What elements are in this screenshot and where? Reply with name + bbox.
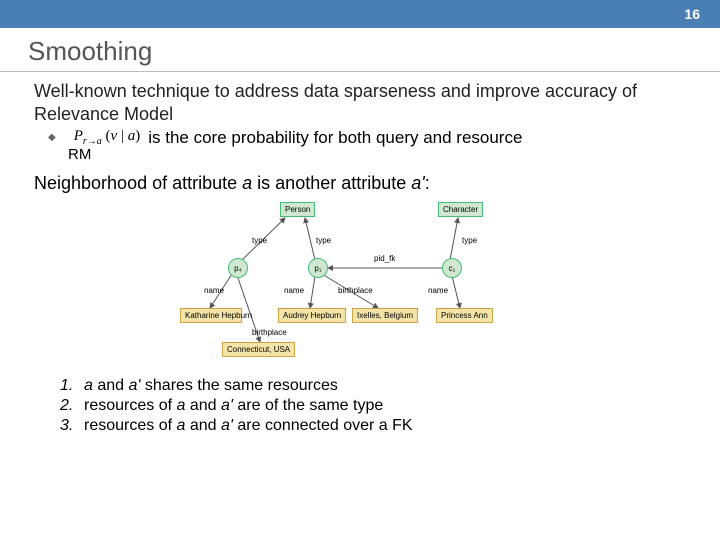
list-text: a and a' shares the same resources <box>84 377 338 395</box>
edge-label-name: name <box>428 286 448 295</box>
page-number-bar: 16 <box>0 0 720 28</box>
edge-label-type: type <box>252 236 267 245</box>
node-audrey: Audrey Hepburn <box>278 308 346 323</box>
node-p4: p₄ <box>228 258 248 278</box>
node-c1: c₁ <box>442 258 462 278</box>
page-number: 16 <box>684 6 700 22</box>
edge-label-type: type <box>462 236 477 245</box>
node-connecticut: Connecticut, USA <box>222 342 295 357</box>
core-prob-text: is the core probability for both query a… <box>148 128 522 148</box>
node-p1: p₁ <box>308 258 328 278</box>
list-number: 1. <box>60 377 84 395</box>
list-item: 2. resources of a and a' are of the same… <box>60 396 680 416</box>
list-number: 3. <box>60 417 84 435</box>
node-person: Person <box>280 202 315 217</box>
node-katharine: Katharine Hepburn <box>180 308 242 323</box>
core-prob-bullet: ◆ Pr→a (v | a) is the core probability f… <box>0 125 720 148</box>
edge-label-birthplace: birthplace <box>252 328 287 337</box>
list-item: 3. resources of a and a' are connected o… <box>60 416 680 436</box>
edge-label-name: name <box>204 286 224 295</box>
node-princess: Princess Ann <box>436 308 493 323</box>
edge-label-pidfk: pid_fk <box>374 254 395 263</box>
diagram: Person Character p₄ p₁ c₁ Katharine Hepb… <box>160 200 560 370</box>
neighborhood-heading: Neighborhood of attribute a is another a… <box>0 163 720 194</box>
list-text: resources of a and a' are of the same ty… <box>84 397 383 415</box>
bullet-dot-icon: ◆ <box>48 132 56 143</box>
rm-label: RM <box>0 146 720 163</box>
edge-label-name: name <box>284 286 304 295</box>
list-number: 2. <box>60 397 84 415</box>
node-ixelles: Ixelles, Belgium <box>352 308 418 323</box>
list-text: resources of a and a' are connected over… <box>84 417 413 435</box>
edge-label-birthplace: birthplace <box>338 286 373 295</box>
formula: Pr→a (v | a) <box>66 127 149 148</box>
list-item: 1. a and a' shares the same resources <box>60 376 680 396</box>
edge-label-type: type <box>316 236 331 245</box>
intro-text: Well-known technique to address data spa… <box>0 80 720 125</box>
node-character: Character <box>438 202 483 217</box>
rules-list: 1. a and a' shares the same resources 2.… <box>0 370 720 436</box>
slide-title: Smoothing <box>0 28 720 72</box>
diagram-edges <box>160 200 560 370</box>
